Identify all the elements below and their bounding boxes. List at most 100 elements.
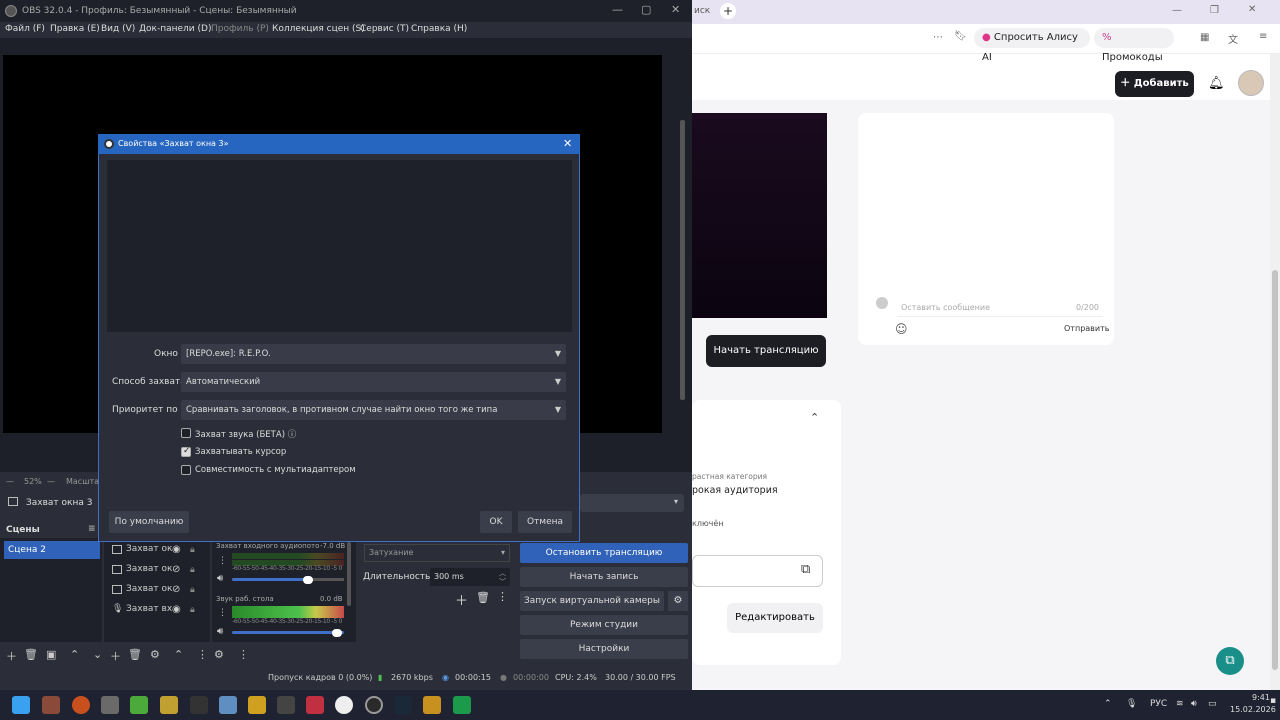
studio-mode-button[interactable]: Режим студии bbox=[520, 615, 688, 635]
chat-fab-icon[interactable]: ⧉ bbox=[1216, 647, 1244, 675]
close-icon[interactable]: ✕ bbox=[1248, 4, 1256, 15]
maximize-icon[interactable]: ❐ bbox=[1210, 5, 1219, 16]
steam-icon[interactable] bbox=[394, 696, 412, 714]
transition-select[interactable]: Затухание ▾ bbox=[364, 544, 510, 562]
menu-help[interactable]: Справка (H) bbox=[411, 24, 467, 34]
terminal-icon[interactable] bbox=[277, 696, 295, 714]
capture-method-select[interactable]: Автоматический ▼ bbox=[181, 372, 566, 392]
obs-taskbar-icon[interactable] bbox=[365, 696, 383, 714]
battery-icon[interactable]: ▭ bbox=[1208, 699, 1217, 709]
translate-icon[interactable]: 文 bbox=[1228, 31, 1238, 46]
emoji-icon[interactable]: ☺ bbox=[895, 322, 908, 336]
send-button[interactable]: Отправить bbox=[1064, 324, 1109, 333]
kebab-icon[interactable]: ⋮ bbox=[497, 590, 508, 603]
speaker-icon[interactable]: 🔊︎ bbox=[217, 573, 223, 584]
source-item[interactable]: 🎙︎ Захват вх ◉ 🔒︎ bbox=[108, 600, 202, 620]
stop-stream-button[interactable]: Остановить трансляцию bbox=[520, 543, 688, 563]
volume-knob[interactable] bbox=[303, 576, 313, 584]
menu-icon[interactable]: ≡ bbox=[1259, 31, 1267, 42]
obs-maximize-icon[interactable]: ▢ bbox=[641, 3, 651, 16]
app-icon[interactable] bbox=[130, 696, 148, 714]
volume-knob[interactable] bbox=[332, 629, 342, 637]
remove-scene-icon[interactable]: 🗑︎ bbox=[24, 648, 38, 661]
copy-field[interactable]: ⧉ bbox=[692, 555, 823, 587]
menu-file[interactable]: Файл (F) bbox=[5, 24, 45, 34]
volume-icon[interactable]: 🔊︎ bbox=[1191, 699, 1197, 709]
microphone-icon[interactable]: 🎙︎ bbox=[1126, 699, 1137, 709]
app-icon[interactable] bbox=[423, 696, 441, 714]
avatar[interactable] bbox=[1238, 70, 1264, 96]
clock-date[interactable]: 15.02.2026 bbox=[1230, 705, 1276, 714]
menu-tools[interactable]: Сервис (T) bbox=[360, 24, 409, 34]
cancel-button[interactable]: Отмена bbox=[518, 511, 572, 533]
panel-menu-icon[interactable]: ≡ bbox=[88, 524, 96, 534]
more-icon[interactable]: ⋯ bbox=[933, 32, 943, 43]
app-icon[interactable] bbox=[101, 696, 119, 714]
bell-icon[interactable]: 🔔︎ bbox=[1208, 76, 1225, 91]
app-icon[interactable] bbox=[160, 696, 178, 714]
remove-source-icon[interactable]: 🗑︎ bbox=[128, 648, 142, 661]
app-icon[interactable] bbox=[72, 696, 90, 714]
gear-icon[interactable]: ⚙ bbox=[668, 591, 688, 611]
add-transition-icon[interactable]: ＋ bbox=[455, 590, 468, 609]
lock-icon[interactable]: 🔒︎ bbox=[190, 541, 195, 559]
start-record-button[interactable]: Начать запись bbox=[520, 567, 688, 587]
kebab-icon[interactable]: ⋮ bbox=[218, 608, 227, 618]
edit-button[interactable]: Редактировать bbox=[727, 603, 823, 633]
chat-input[interactable]: Оставить сообщение 0/200 bbox=[897, 297, 1103, 317]
eye-icon[interactable]: ◉ bbox=[172, 601, 181, 619]
bookmark-icon[interactable]: 🔖︎ bbox=[954, 31, 967, 42]
menu-profile[interactable]: Профиль (P) bbox=[211, 24, 269, 34]
mixer-kebab-icon[interactable]: ⋮ bbox=[238, 648, 249, 661]
zoom-label[interactable]: Масшта bbox=[66, 477, 99, 486]
eye-hidden-icon[interactable]: ⊘ bbox=[172, 561, 180, 579]
volume-slider[interactable] bbox=[232, 631, 344, 634]
menu-edit[interactable]: Правка (E) bbox=[50, 24, 100, 34]
lock-icon[interactable]: 🔒︎ bbox=[190, 561, 195, 579]
browser-scroll-thumb[interactable] bbox=[1272, 270, 1278, 670]
window-priority-select[interactable]: Сравнивать заголовок, в противном случае… bbox=[181, 400, 566, 420]
zoom-minus-icon[interactable]: — bbox=[6, 477, 14, 486]
app-icon[interactable] bbox=[453, 696, 471, 714]
add-scene-icon[interactable]: ＋ bbox=[6, 648, 17, 664]
add-source-icon[interactable]: ＋ bbox=[110, 648, 121, 664]
duration-input[interactable]: 300 ms ︿ ﹀ bbox=[430, 568, 510, 586]
move-up-icon[interactable]: ⌃ bbox=[70, 648, 79, 661]
app-icon[interactable] bbox=[219, 696, 237, 714]
filter-icon[interactable]: ▣ bbox=[46, 648, 56, 661]
tray-chevron-icon[interactable]: ⌃ bbox=[1104, 699, 1112, 709]
settings-button[interactable]: Настройки bbox=[520, 639, 688, 659]
start-stream-button[interactable]: Начать трансляцию bbox=[706, 335, 826, 367]
mixer-settings-icon[interactable]: ⚙ bbox=[214, 648, 224, 661]
dialog-close-icon[interactable]: ✕ bbox=[563, 137, 572, 150]
source-kebab-icon[interactable]: ⋮ bbox=[197, 648, 208, 661]
browser-tab-label[interactable]: иск bbox=[694, 6, 710, 16]
volume-slider-track[interactable] bbox=[308, 578, 344, 581]
source-item[interactable]: Захват ок ⊘ 🔒︎ bbox=[108, 580, 202, 600]
collections-icon[interactable]: ▦ bbox=[1200, 32, 1209, 43]
copy-icon[interactable]: ⧉ bbox=[801, 562, 810, 577]
menu-scene-collection[interactable]: Коллекция сцен (S) bbox=[272, 24, 365, 34]
source-up-icon[interactable]: ⌃ bbox=[174, 648, 183, 661]
speaker-icon[interactable]: 🔊︎ bbox=[217, 626, 223, 637]
move-down-icon[interactable]: ⌄ bbox=[93, 648, 102, 661]
volume-slider[interactable] bbox=[232, 578, 308, 581]
wifi-icon[interactable]: ≋ bbox=[1176, 699, 1184, 709]
source-item[interactable]: Захват ок ◉ 🔒︎ bbox=[108, 540, 202, 560]
window-select[interactable]: [REPO.exe]: R.E.P.O. ▼ bbox=[181, 344, 566, 364]
notification-icon[interactable]: ▪ bbox=[1270, 696, 1276, 706]
menu-view[interactable]: Вид (V) bbox=[101, 24, 135, 34]
yandex-browser-icon[interactable] bbox=[335, 696, 353, 714]
trash-icon[interactable]: 🗑︎ bbox=[476, 591, 490, 604]
capture-audio-checkbox[interactable] bbox=[181, 428, 191, 438]
app-icon[interactable] bbox=[306, 696, 324, 714]
obs-close-icon[interactable]: ✕ bbox=[671, 3, 680, 16]
source-toolbar-combo[interactable]: ▾ bbox=[580, 494, 684, 512]
promo-button[interactable]: % Промокоды bbox=[1094, 28, 1174, 63]
capture-cursor-checkbox[interactable] bbox=[181, 446, 191, 457]
menu-docks[interactable]: Док-панели (D) bbox=[139, 24, 211, 34]
minimize-icon[interactable]: — bbox=[1172, 5, 1182, 16]
add-button[interactable]: ＋ Добавить bbox=[1115, 71, 1194, 97]
scene-item-2[interactable]: Сцена 2 bbox=[4, 541, 100, 559]
spin-down-icon[interactable]: ﹀ bbox=[499, 573, 506, 591]
